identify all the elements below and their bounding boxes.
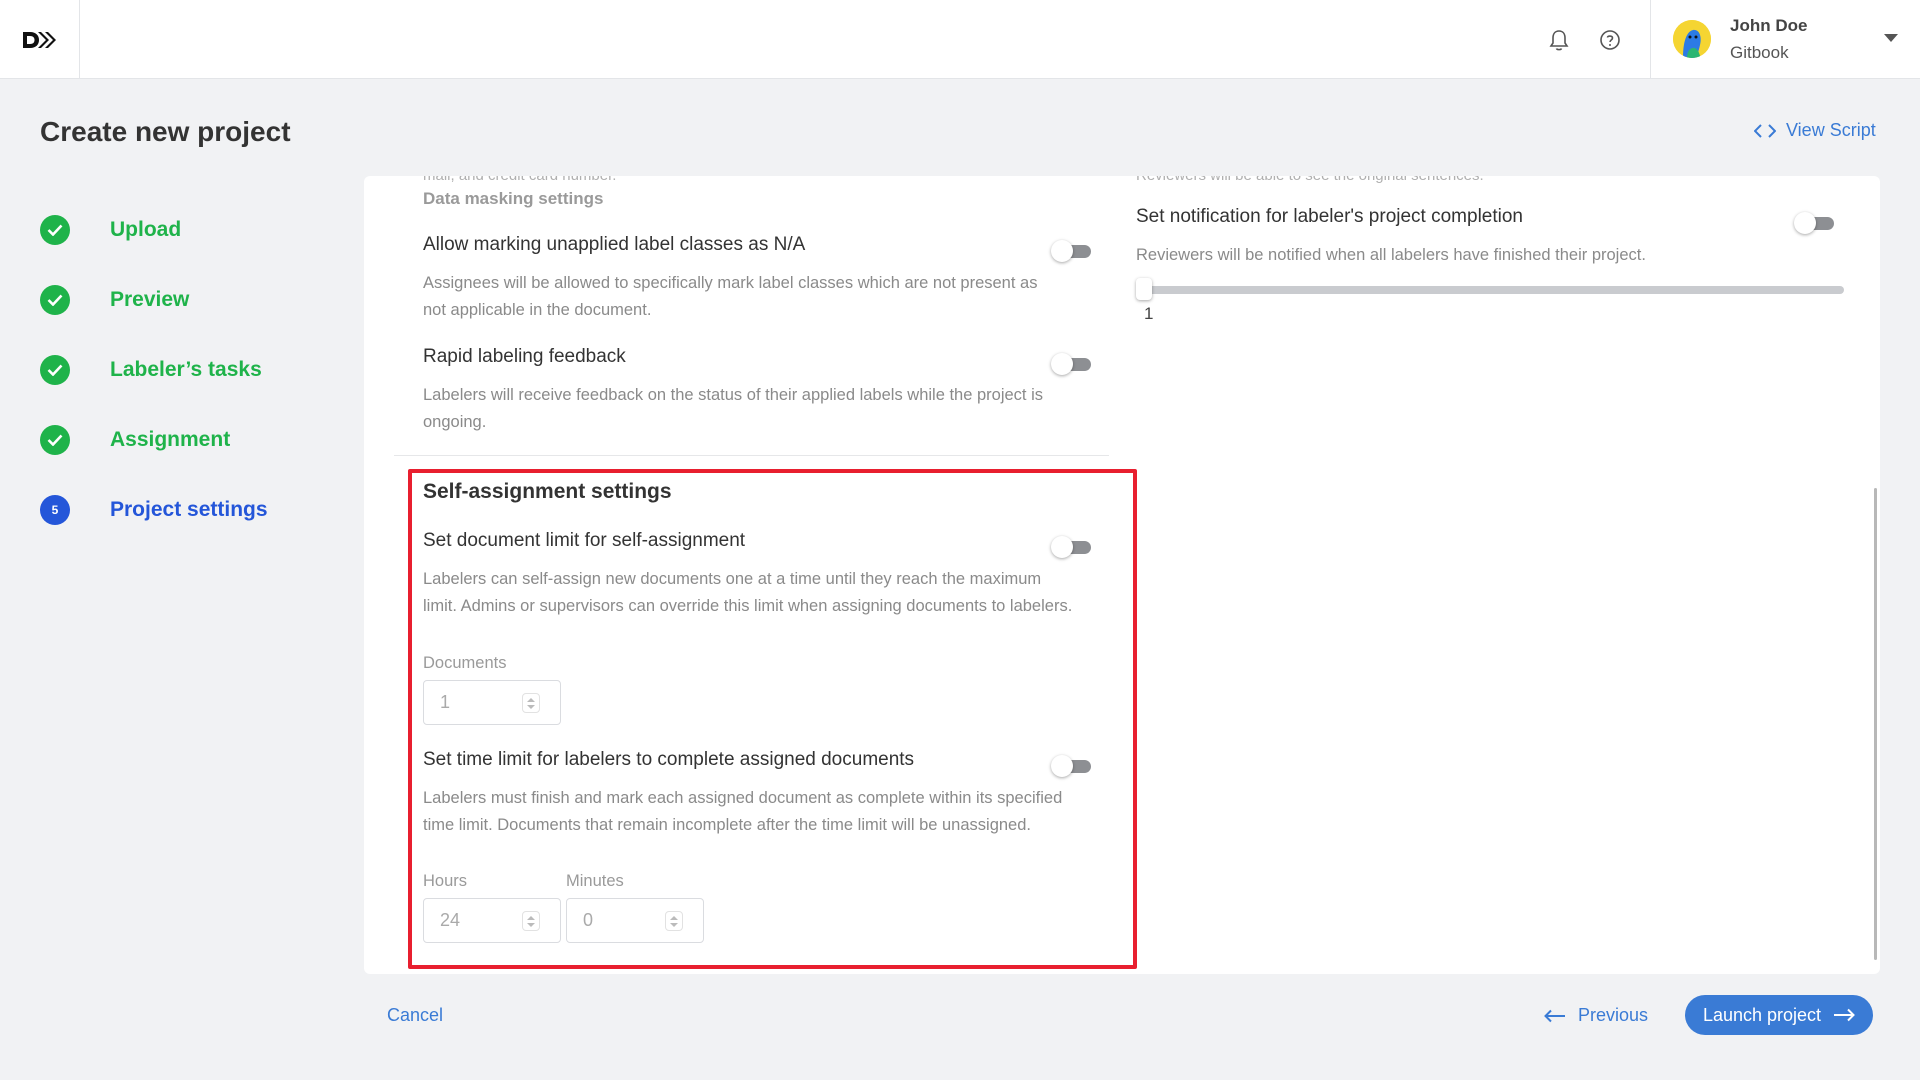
- step-label: Assignment: [110, 428, 231, 451]
- step-project-settings[interactable]: 5 Project settings: [40, 495, 268, 525]
- stepper-icon[interactable]: [522, 911, 540, 931]
- rapid-feedback-toggle[interactable]: [1051, 353, 1093, 375]
- app-logo[interactable]: [0, 0, 80, 79]
- self-assignment-heading: Self-assignment settings: [423, 480, 672, 503]
- view-script-link[interactable]: View Script: [1754, 120, 1876, 141]
- divider: [394, 455, 1109, 456]
- step-upload[interactable]: Upload: [40, 215, 181, 245]
- minutes-value: 0: [583, 910, 594, 930]
- bell-icon[interactable]: [1545, 26, 1573, 54]
- launch-label: Launch project: [1702, 1004, 1822, 1025]
- scrollbar[interactable]: [1874, 488, 1877, 960]
- step-labelers-tasks[interactable]: Labeler’s tasks: [40, 355, 262, 385]
- step-assignment[interactable]: Assignment: [40, 425, 230, 455]
- check-icon: [40, 285, 70, 315]
- time-limit-toggle[interactable]: [1051, 755, 1093, 777]
- documents-label: Documents: [423, 654, 507, 672]
- user-name: John Doe: [1730, 16, 1808, 35]
- cancel-button[interactable]: Cancel: [387, 1005, 443, 1026]
- step-number: 5: [40, 495, 70, 525]
- arrow-left-icon: [1544, 1009, 1565, 1022]
- notification-toggle[interactable]: [1794, 212, 1836, 234]
- user-menu[interactable]: John Doe Gitbook: [1650, 0, 1920, 79]
- previous-label: Previous: [1578, 1005, 1649, 1025]
- setting-description: Labelers must finish and mark each assig…: [423, 789, 1063, 834]
- page-title: Create new project: [40, 116, 291, 147]
- setting-title: Allow marking unapplied label classes as…: [423, 234, 806, 255]
- notification-slider-track[interactable]: [1142, 286, 1844, 294]
- data-masking-heading: Data masking settings: [423, 189, 604, 208]
- setting-title: Set notification for labeler's project c…: [1136, 206, 1523, 227]
- setting-description: Labelers can self-assign new documents o…: [423, 570, 1073, 615]
- settings-left-column: mail, and credit card number. Data maski…: [394, 176, 1137, 974]
- setting-description: Reviewers will be notified when all labe…: [1136, 246, 1646, 264]
- na-label-toggle[interactable]: [1051, 240, 1093, 262]
- clipped-text: Reviewers will be able to see the origin…: [1136, 176, 1484, 184]
- setting-description: Assignees will be allowed to specificall…: [423, 274, 1038, 319]
- help-icon[interactable]: [1596, 26, 1624, 54]
- settings-right-column: Reviewers will be able to see the origin…: [1136, 176, 1846, 974]
- setting-description: Labelers will receive feedback on the st…: [423, 386, 1044, 431]
- setting-title: Set document limit for self-assignment: [423, 530, 746, 551]
- hours-value: 24: [440, 910, 461, 930]
- documents-value: 1: [440, 692, 451, 712]
- step-label: Labeler’s tasks: [110, 358, 262, 381]
- code-icon: [1754, 123, 1776, 138]
- clipped-text: mail, and credit card number.: [423, 176, 616, 184]
- check-icon: [40, 355, 70, 385]
- user-org: Gitbook: [1730, 43, 1789, 62]
- slider-value: 1: [1144, 304, 1154, 323]
- minutes-input[interactable]: 0: [566, 898, 704, 943]
- top-bar: John Doe Gitbook: [0, 0, 1920, 79]
- setting-title: Set time limit for labelers to complete …: [423, 749, 915, 770]
- hours-label: Hours: [423, 872, 468, 890]
- settings-card: mail, and credit card number. Data maski…: [364, 176, 1880, 974]
- launch-project-button[interactable]: Launch project: [1685, 995, 1873, 1035]
- logo-icon: [22, 31, 56, 48]
- notification-slider-handle[interactable]: [1136, 278, 1152, 300]
- step-label: Preview: [110, 288, 190, 311]
- stepper-icon[interactable]: [665, 911, 683, 931]
- minutes-label: Minutes: [566, 872, 624, 890]
- stepper-icon[interactable]: [522, 693, 540, 713]
- step-preview[interactable]: Preview: [40, 285, 189, 315]
- view-script-label: View Script: [1786, 120, 1876, 140]
- chevron-down-icon[interactable]: [1884, 34, 1898, 42]
- arrow-right-icon: [1834, 1008, 1855, 1022]
- document-limit-toggle[interactable]: [1051, 536, 1093, 558]
- avatar: [1673, 20, 1711, 58]
- documents-input[interactable]: 1: [423, 680, 561, 725]
- previous-button[interactable]: Previous: [1544, 1005, 1648, 1026]
- setting-title: Rapid labeling feedback: [423, 346, 626, 367]
- hours-input[interactable]: 24: [423, 898, 561, 943]
- check-icon: [40, 425, 70, 455]
- step-label: Project settings: [110, 498, 268, 521]
- step-label: Upload: [110, 218, 182, 241]
- check-icon: [40, 215, 70, 245]
